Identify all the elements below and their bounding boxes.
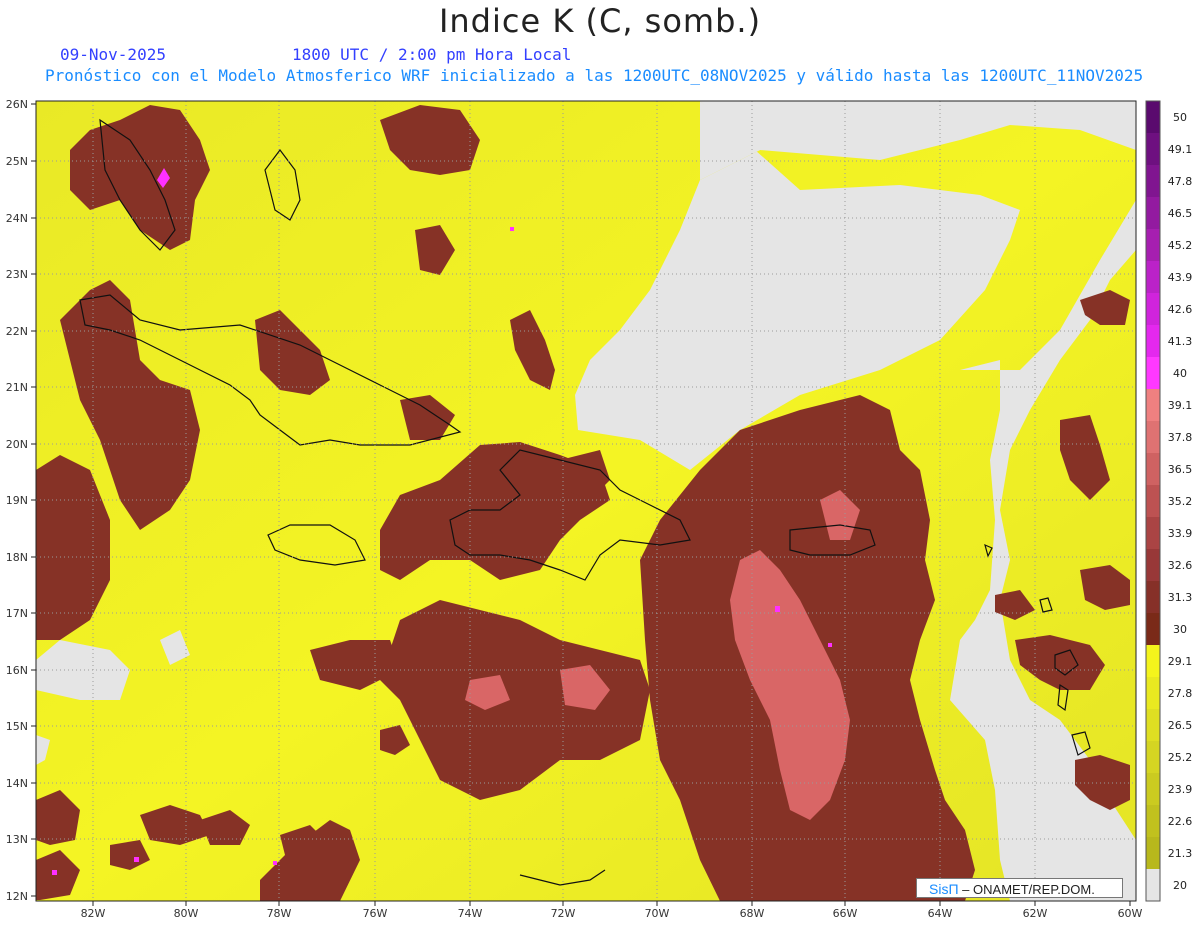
colorbar-swatch [1146, 293, 1160, 326]
colorbar-label: 37.8 [1168, 431, 1193, 444]
colorbar-label: 25.2 [1168, 751, 1193, 764]
colorbar-swatch [1146, 869, 1160, 902]
colorbar-label: 27.8 [1168, 687, 1193, 700]
lat-label-22N: 22N [6, 325, 28, 338]
lat-label-19N: 19N [6, 494, 28, 507]
map-field [36, 101, 1136, 901]
credit-separator: – [958, 882, 974, 897]
sispi-logo-text: SisΠ [929, 881, 959, 897]
credit-text: ONAMET/REP.DOM. [973, 882, 1095, 897]
colorbar-label: 40 [1173, 367, 1187, 380]
lon-label-72W: 72W [551, 907, 576, 920]
lon-label-62W: 62W [1023, 907, 1048, 920]
lon-label-66W: 66W [833, 907, 858, 920]
colorbar-label: 29.1 [1168, 655, 1193, 668]
colorbar-swatch [1146, 229, 1160, 262]
colorbar-label: 47.8 [1168, 175, 1193, 188]
lat-label-16N: 16N [6, 664, 28, 677]
colorbar [1145, 100, 1161, 902]
colorbar-swatch [1146, 581, 1160, 614]
colorbar-swatch [1146, 421, 1160, 454]
lat-label-17N: 17N [6, 607, 28, 620]
lon-label-82W: 82W [81, 907, 106, 920]
lat-label-20N: 20N [6, 438, 28, 451]
colorbar-swatch [1146, 325, 1160, 358]
lon-label-78W: 78W [267, 907, 292, 920]
longitude-labels: 82W 80W 78W 76W 74W 72W 70W 68W 66W 64W 62W 60W [81, 907, 1143, 920]
colorbar-swatch [1146, 165, 1160, 198]
colorbar-label: 39.1 [1168, 399, 1193, 412]
colorbar-label: 33.9 [1168, 527, 1193, 540]
colorbar-swatch [1146, 357, 1160, 390]
k-index-map: 26N 25N 24N 23N 22N 21N 20N 19N 18N 17N 16N 15N 14N 1… [6, 98, 1193, 920]
colorbar-label: 30 [1173, 623, 1187, 636]
colorbar-label: 32.6 [1168, 559, 1193, 572]
credit-box: SisΠ – ONAMET/REP.DOM. [916, 878, 1123, 898]
lat-label-13N: 13N [6, 833, 28, 846]
colorbar-label: 36.5 [1168, 463, 1193, 476]
lon-label-60W: 60W [1118, 907, 1143, 920]
colorbar-swatch [1146, 741, 1160, 774]
colorbar-swatch [1146, 133, 1160, 166]
colorbar-label: 35.2 [1168, 495, 1193, 508]
lat-label-25N: 25N [6, 155, 28, 168]
colorbar-swatch [1146, 645, 1160, 678]
colorbar-swatch [1146, 389, 1160, 422]
colorbar-swatch [1146, 549, 1160, 582]
latitude-labels: 26N 25N 24N 23N 22N 21N 20N 19N 18N 17N 16N 15N 14N 1… [6, 98, 28, 903]
colorbar-label: 20 [1173, 879, 1187, 892]
lat-label-26N: 26N [6, 98, 28, 111]
colorbar-swatch [1146, 773, 1160, 806]
colorbar-swatch [1146, 837, 1160, 870]
colorbar-label: 23.9 [1168, 783, 1193, 796]
lon-label-68W: 68W [740, 907, 765, 920]
colorbar-swatch [1146, 709, 1160, 742]
colorbar-label: 26.5 [1168, 719, 1193, 732]
lat-label-12N: 12N [6, 890, 28, 903]
colorbar-swatch [1146, 677, 1160, 710]
lat-label-21N: 21N [6, 381, 28, 394]
colorbar-label: 46.5 [1168, 207, 1193, 220]
colorbar-label: 22.6 [1168, 815, 1193, 828]
colorbar-swatch [1146, 453, 1160, 486]
colorbar-label: 45.2 [1168, 239, 1193, 252]
colorbar-label: 49.1 [1168, 143, 1193, 156]
colorbar-label: 41.3 [1168, 335, 1193, 348]
lon-label-76W: 76W [363, 907, 388, 920]
colorbar-label: 43.9 [1168, 271, 1193, 284]
colorbar-label: 50 [1173, 111, 1187, 124]
colorbar-swatch [1146, 485, 1160, 518]
colorbar-labels: 50 49.1 47.8 46.5 45.2 43.9 42.6 41.3 40 39.1 37.8… [1168, 111, 1193, 892]
lat-label-14N: 14N [6, 777, 28, 790]
lon-label-70W: 70W [645, 907, 670, 920]
lat-label-24N: 24N [6, 212, 28, 225]
colorbar-swatch [1146, 101, 1160, 134]
lon-label-80W: 80W [174, 907, 199, 920]
colorbar-swatch [1146, 197, 1160, 230]
colorbar-label: 21.3 [1168, 847, 1193, 860]
colorbar-swatch [1146, 261, 1160, 294]
colorbar-swatch [1146, 517, 1160, 550]
lat-label-23N: 23N [6, 268, 28, 281]
colorbar-label: 42.6 [1168, 303, 1193, 316]
colorbar-swatch [1146, 805, 1160, 838]
colorbar-swatch [1146, 613, 1160, 646]
colorbar-label: 31.3 [1168, 591, 1193, 604]
lon-label-64W: 64W [928, 907, 953, 920]
lat-label-18N: 18N [6, 551, 28, 564]
lat-label-15N: 15N [6, 720, 28, 733]
lon-label-74W: 74W [458, 907, 483, 920]
